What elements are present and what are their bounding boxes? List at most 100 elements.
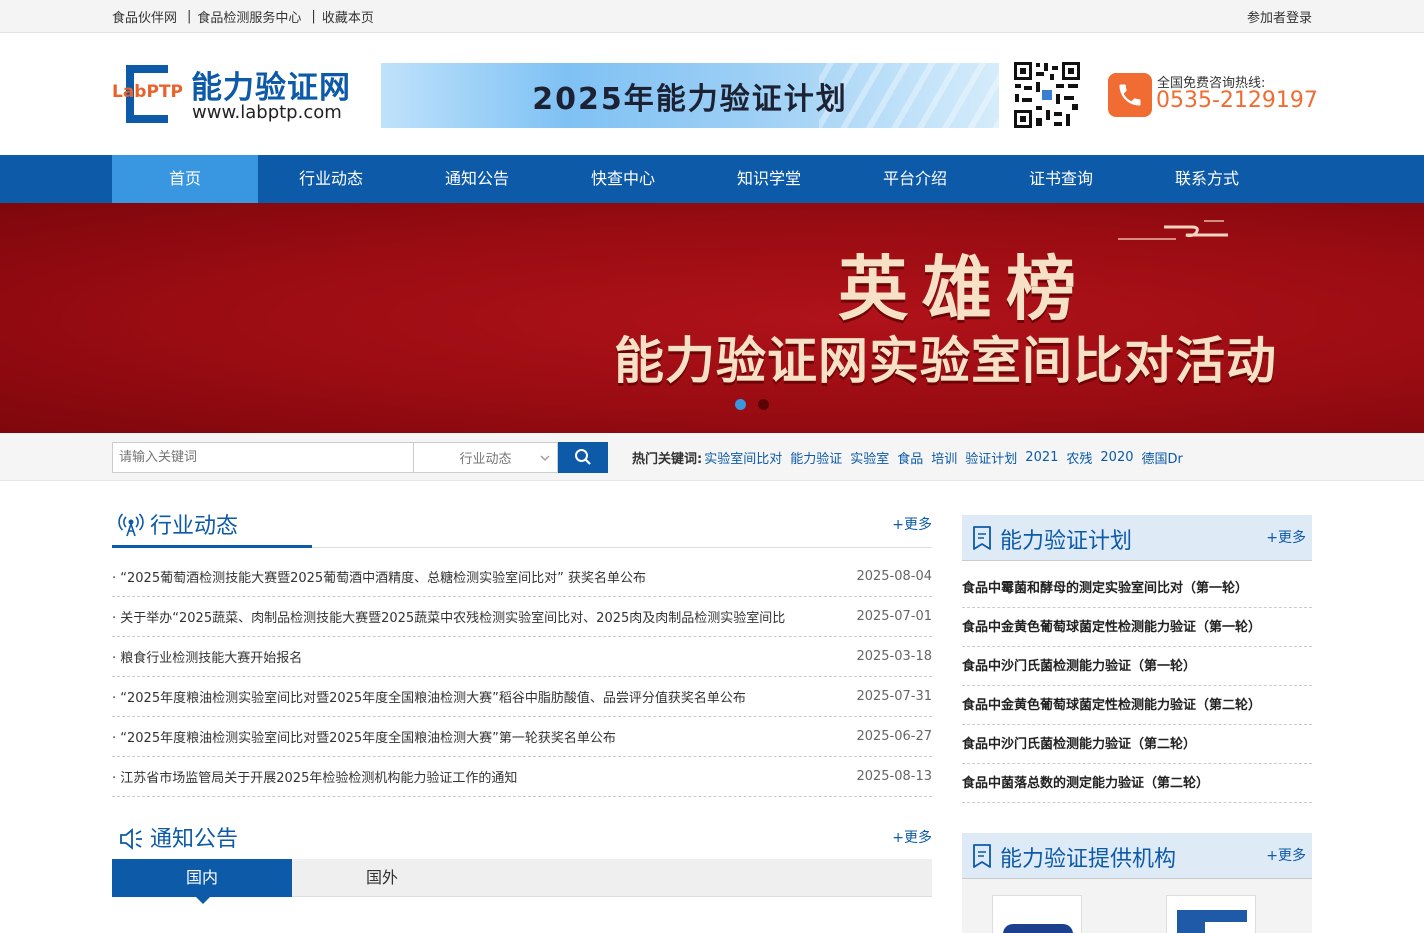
news-title[interactable]: · 关于举办“2025蔬菜、肉制品检测技能大赛暨2025蔬菜中农残检测实验室间比… — [112, 607, 847, 626]
nav-notices[interactable]: 通知公告 — [404, 155, 550, 203]
news-date: 2025-08-13 — [856, 769, 932, 784]
notice-section-title: 通知公告 — [150, 827, 239, 852]
providers-box-title: 能力验证提供机构 — [1000, 847, 1177, 872]
list-item[interactable]: 食品中菌落总数的测定能力验证（第二轮） — [962, 764, 1312, 803]
hot-keyword[interactable]: 验证计划 — [965, 448, 1017, 467]
list-item[interactable]: · “2025年度粮油检测实验室间比对暨2025年度全国粮油检测大赛”稻谷中脂肪… — [112, 677, 932, 717]
hot-keywords: 热门关键词: 实验室间比对 能力验证 实验室 食品 培训 验证计划 2021 农… — [632, 448, 1191, 467]
list-item[interactable]: 食品中霉菌和酵母的测定实验室间比对（第一轮） — [962, 569, 1312, 608]
search-category-select[interactable]: 行业动态 — [414, 441, 558, 473]
news-title[interactable]: · “2025年度粮油检测实验室间比对暨2025年度全国粮油检测大赛”第一轮获奖… — [112, 727, 847, 746]
news-date: 2025-07-31 — [856, 689, 932, 704]
industry-news-list: · “2025葡萄酒检测技能大赛暨2025葡萄酒中酒精度、总糖检测实验室间比对”… — [112, 557, 932, 797]
news-title[interactable]: · “2025年度粮油检测实验室间比对暨2025年度全国粮油检测大赛”稻谷中脂肪… — [112, 687, 847, 706]
chevron-down-icon — [540, 455, 550, 461]
list-item[interactable]: · 关于举办“2025蔬菜、肉制品检测技能大赛暨2025蔬菜中农残检测实验室间比… — [112, 597, 932, 637]
notice-tabs: 国内 国外 — [112, 859, 932, 904]
plan-banner-text: 2025年能力验证计划 — [532, 81, 848, 117]
tab-domestic[interactable]: 国内 — [112, 859, 292, 904]
provider-logo-image — [1003, 924, 1073, 933]
nav-certificate-query[interactable]: 证书查询 — [988, 155, 1134, 203]
document-icon — [973, 526, 991, 550]
list-item[interactable]: 食品中沙门氏菌检测能力验证（第一轮） — [962, 647, 1312, 686]
logo-url: www.labptp.com — [192, 102, 342, 123]
broadcast-icon — [118, 513, 144, 537]
industry-more-link[interactable]: +更多 — [892, 514, 932, 534]
plan-banner-ad[interactable]: 2025年能力验证计划 — [381, 63, 999, 128]
left-column: 行业动态 +更多 · “2025葡萄酒检测技能大赛暨2025葡萄酒中酒精度、总糖… — [112, 501, 932, 904]
news-date: 2025-08-04 — [856, 569, 932, 584]
hot-keyword[interactable]: 能力验证 — [790, 448, 842, 467]
list-item[interactable]: 食品中金黄色葡萄球菌定性检测能力验证（第一轮） — [962, 608, 1312, 647]
top-link-testing-center[interactable]: 食品检测服务中心 — [197, 7, 301, 26]
hotline-number[interactable]: 0535-2129197 — [1156, 88, 1318, 113]
hero-carousel[interactable]: 英雄榜 能力验证网实验室间比对活动 — [0, 203, 1424, 433]
document-icon — [973, 844, 991, 868]
hot-keywords-label: 热门关键词: — [632, 451, 703, 467]
hot-keyword[interactable]: 2021 — [1025, 450, 1058, 465]
news-title[interactable]: · “2025葡萄酒检测技能大赛暨2025葡萄酒中酒精度、总糖检测实验室间比对”… — [112, 567, 847, 586]
logo-en-lab: Lab — [112, 82, 147, 102]
hotline: 全国免费咨询热线: 0535-2129197 — [1108, 71, 1318, 121]
nav-quick-search[interactable]: 快查中心 — [550, 155, 696, 203]
nav-home[interactable]: 首页 — [112, 155, 258, 203]
notice-section-header: 通知公告 +更多 — [112, 817, 932, 859]
hot-keyword[interactable]: 实验室 — [850, 448, 889, 467]
list-item[interactable]: 食品中金黄色葡萄球菌定性检测能力验证（第二轮） — [962, 686, 1312, 725]
main-content: 行业动态 +更多 · “2025葡萄酒检测技能大赛暨2025葡萄酒中酒精度、总糖… — [112, 501, 1312, 933]
tab-foreign[interactable]: 国外 — [292, 859, 472, 897]
notice-more-link[interactable]: +更多 — [892, 827, 932, 847]
search-input[interactable] — [112, 441, 414, 473]
hero-title: 英雄榜 — [838, 248, 1090, 330]
list-item[interactable]: · 江苏省市场监管局关于开展2025年检验检测机构能力验证工作的通知 2025-0… — [112, 757, 932, 797]
list-item[interactable]: · “2025葡萄酒检测技能大赛暨2025葡萄酒中酒精度、总糖检测实验室间比对”… — [112, 557, 932, 597]
nav-knowledge[interactable]: 知识学堂 — [696, 155, 842, 203]
logo-en-ptp: PTP — [146, 82, 183, 102]
top-link-foodmate[interactable]: 食品伙伴网 — [112, 7, 177, 26]
nav-about[interactable]: 平台介绍 — [842, 155, 988, 203]
search-icon — [575, 449, 591, 465]
hot-keyword[interactable]: 食品 — [897, 448, 923, 467]
industry-section-header: 行业动态 +更多 — [112, 501, 932, 548]
carousel-dot-1[interactable] — [735, 399, 746, 410]
news-date: 2025-06-27 — [856, 729, 932, 744]
nav-contact[interactable]: 联系方式 — [1134, 155, 1280, 203]
speaker-icon — [120, 828, 142, 850]
carousel-dot-2[interactable] — [758, 399, 769, 410]
providers-box-header: 能力验证提供机构 +更多 — [962, 833, 1312, 879]
provider-logos — [962, 879, 1312, 933]
qr-code-icon — [1012, 60, 1082, 130]
header: LabPTP 能力验证网 www.labptp.com 2025年能力验证计划 — [0, 33, 1424, 155]
hot-keyword[interactable]: 培训 — [931, 448, 957, 467]
plan-box-header: 能力验证计划 +更多 — [962, 515, 1312, 561]
list-item[interactable]: · “2025年度粮油检测实验室间比对暨2025年度全国粮油检测大赛”第一轮获奖… — [112, 717, 932, 757]
participant-login-link[interactable]: 参加者登录 — [1247, 7, 1312, 26]
hot-keyword[interactable]: 德国Dr — [1142, 448, 1183, 467]
hot-keyword[interactable]: 农残 — [1066, 448, 1092, 467]
top-link-bookmark[interactable]: 收藏本页 — [322, 7, 374, 26]
logo-cn: 能力验证网 — [191, 70, 351, 106]
top-links: 食品伙伴网 | 食品检测服务中心 | 收藏本页 — [112, 7, 374, 26]
hot-keyword[interactable]: 2020 — [1100, 450, 1133, 465]
nav-industry-news[interactable]: 行业动态 — [258, 155, 404, 203]
provider-logo-card[interactable] — [1166, 895, 1256, 933]
news-date: 2025-03-18 — [856, 649, 932, 664]
industry-section-title: 行业动态 — [150, 514, 239, 539]
list-item[interactable]: · 粮食行业检测技能大赛开始报名 2025-03-18 — [112, 637, 932, 677]
hot-keyword[interactable]: 实验室间比对 — [704, 448, 782, 467]
provider-logo-image — [1177, 910, 1247, 933]
site-logo[interactable]: LabPTP 能力验证网 www.labptp.com — [112, 60, 362, 130]
providers-more-link[interactable]: +更多 — [1266, 845, 1306, 865]
divider: | — [311, 9, 316, 24]
plan-list: 食品中霉菌和酵母的测定实验室间比对（第一轮） 食品中金黄色葡萄球菌定性检测能力验… — [962, 569, 1312, 803]
search-button[interactable] — [558, 441, 608, 473]
carousel-dots — [735, 399, 769, 410]
phone-icon — [1108, 73, 1152, 117]
news-title[interactable]: · 江苏省市场监管局关于开展2025年检验检测机构能力验证工作的通知 — [112, 767, 847, 786]
list-item[interactable]: 食品中沙门氏菌检测能力验证（第二轮） — [962, 725, 1312, 764]
news-title[interactable]: · 粮食行业检测技能大赛开始报名 — [112, 647, 847, 666]
plan-box-title: 能力验证计划 — [1000, 529, 1133, 554]
plan-more-link[interactable]: +更多 — [1266, 527, 1306, 547]
news-date: 2025-07-01 — [856, 609, 932, 624]
provider-logo-card[interactable] — [992, 895, 1082, 933]
